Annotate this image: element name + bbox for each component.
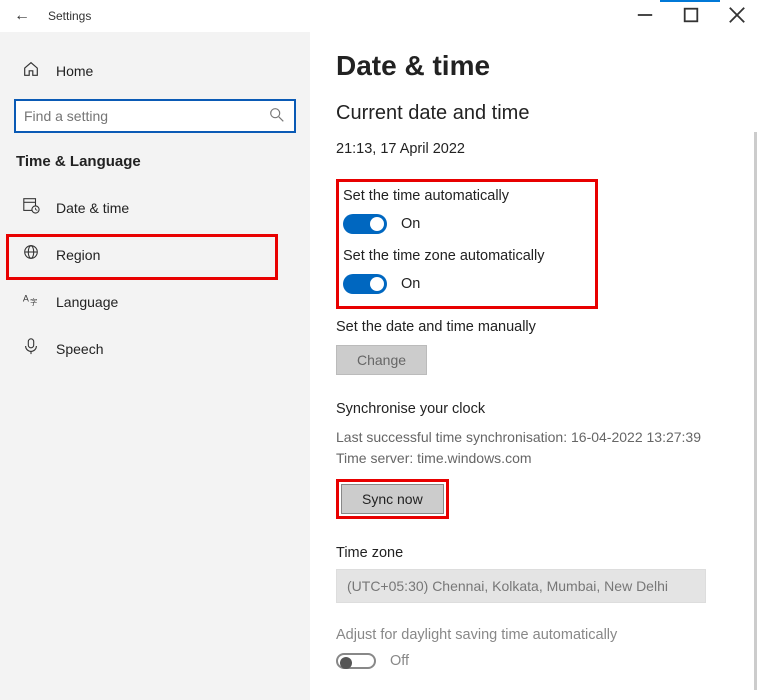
sync-now-button[interactable]: Sync now — [341, 484, 444, 514]
highlight-box-toggles: Set the time automatically On Set the ti… — [336, 179, 598, 309]
auto-time-state: On — [401, 216, 420, 232]
sync-heading: Synchronise your clock — [336, 401, 748, 417]
page-title: Date & time — [336, 50, 748, 82]
sidebar-item-label: Speech — [56, 341, 103, 357]
auto-tz-label: Set the time zone automatically — [343, 248, 585, 264]
sidebar-home-label: Home — [56, 63, 93, 79]
current-datetime-value: 21:13, 17 April 2022 — [336, 141, 748, 157]
section-current-datetime: Current date and time — [336, 102, 748, 125]
sidebar-category-title: Time & Language — [0, 151, 310, 184]
timezone-value: (UTC+05:30) Chennai, Kolkata, Mumbai, Ne… — [347, 578, 668, 594]
titlebar: ← Settings — [0, 0, 760, 32]
timezone-select: (UTC+05:30) Chennai, Kolkata, Mumbai, Ne… — [336, 569, 706, 603]
timezone-label: Time zone — [336, 545, 748, 561]
manual-label: Set the date and time manually — [336, 319, 748, 335]
globe-icon — [22, 243, 40, 266]
search-input[interactable] — [14, 99, 296, 133]
sidebar-item-date-time[interactable]: Date & time — [0, 184, 310, 231]
auto-time-toggle[interactable] — [343, 214, 387, 234]
close-button[interactable] — [714, 0, 760, 30]
daylight-label: Adjust for daylight saving time automati… — [336, 627, 748, 643]
auto-tz-toggle[interactable] — [343, 274, 387, 294]
daylight-toggle — [336, 653, 376, 669]
sidebar-item-label: Region — [56, 247, 100, 263]
sidebar-item-language[interactable]: A字 Language — [0, 278, 310, 325]
daylight-state: Off — [390, 653, 409, 669]
sidebar-item-region[interactable]: Region — [0, 231, 310, 278]
home-icon — [22, 60, 40, 81]
svg-text:字: 字 — [30, 297, 37, 306]
sidebar-home[interactable]: Home — [0, 50, 310, 91]
svg-text:A: A — [23, 294, 29, 304]
minimize-button[interactable] — [622, 0, 668, 30]
language-icon: A字 — [22, 290, 40, 313]
sidebar-item-label: Date & time — [56, 200, 129, 216]
search-icon — [268, 106, 286, 127]
back-icon[interactable]: ← — [14, 7, 30, 25]
change-button: Change — [336, 345, 427, 375]
calendar-clock-icon — [22, 196, 40, 219]
sync-last-success: Last successful time synchronisation: 16… — [336, 427, 748, 448]
sidebar: Home Time & Language Date & time — [0, 32, 310, 700]
main-panel: Date & time Current date and time 21:13,… — [310, 32, 760, 700]
auto-time-label: Set the time automatically — [343, 188, 585, 204]
sidebar-item-label: Language — [56, 294, 118, 310]
auto-tz-state: On — [401, 276, 420, 292]
window-title: Settings — [48, 9, 91, 23]
sync-server: Time server: time.windows.com — [336, 448, 748, 469]
scrollbar[interactable] — [754, 132, 757, 690]
maximize-button[interactable] — [668, 0, 714, 30]
highlight-box-sync: Sync now — [336, 479, 449, 519]
search-field[interactable] — [24, 108, 268, 124]
sidebar-item-speech[interactable]: Speech — [0, 325, 310, 372]
microphone-icon — [22, 337, 40, 360]
